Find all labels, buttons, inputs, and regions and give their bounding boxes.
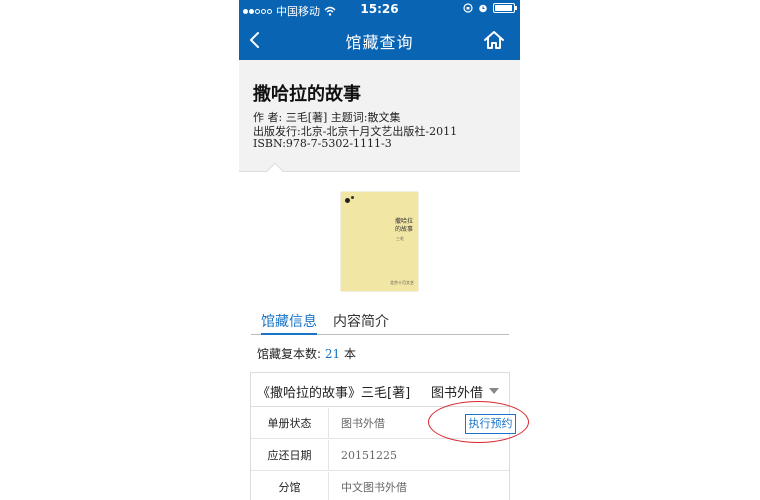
cover-title: 撒哈拉的故事 [395, 218, 414, 233]
cover-author: 三毛 [396, 236, 404, 241]
status-bar: 中国移动 15:26 [239, 0, 520, 20]
home-icon[interactable] [482, 28, 506, 52]
cover-publisher: 北京十月文艺 [390, 280, 414, 285]
row-value: 图书外借 [341, 417, 385, 430]
table-row: 应还日期 20151225 [251, 440, 509, 471]
copies-unit: 本 [343, 347, 356, 361]
battery-icon [493, 3, 517, 13]
row-value: 中文图书外借 [341, 481, 407, 494]
book-title: 撒哈拉的故事 [253, 84, 361, 105]
row-label: 分馆 [251, 472, 329, 500]
row-label: 应还日期 [251, 440, 329, 471]
alarm-icon [479, 4, 487, 13]
cover-mark-small [351, 196, 354, 199]
row-value: 20151225 [341, 449, 397, 462]
cover-mark [345, 198, 350, 203]
copies-number: 21 [324, 347, 341, 361]
holding-title: 《撒哈拉的故事》三毛[著] [257, 386, 411, 401]
table-row: 分馆 中文图书外借 [251, 472, 509, 500]
status-right [463, 3, 517, 13]
holding-type: 图书外借 [430, 386, 483, 401]
book-isbn: ISBN:978-7-5302-1111-3 [253, 137, 392, 150]
copies-label: 馆藏复本数: [257, 347, 322, 361]
detail-tabs: 馆藏信息 内容简介 [251, 311, 509, 335]
book-cover-image: 撒哈拉的故事 三毛 北京十月文艺 [341, 192, 418, 291]
copies-count: 馆藏复本数: 21 本 [257, 345, 356, 362]
book-summary: 撒哈拉的故事 作 者: 三毛[著] 主题词:散文集 出版发行:北京-北京十月文艺… [239, 60, 520, 172]
tab-summary[interactable]: 内容简介 [333, 311, 389, 335]
chevron-down-icon[interactable] [489, 388, 499, 394]
highlight-annotation [428, 401, 529, 443]
rotation-lock-icon [463, 3, 473, 13]
row-label: 单册状态 [251, 408, 329, 439]
tab-holdings[interactable]: 馆藏信息 [261, 311, 317, 335]
nav-bar: 馆藏查询 [239, 20, 520, 60]
page-title: 馆藏查询 [345, 33, 414, 52]
